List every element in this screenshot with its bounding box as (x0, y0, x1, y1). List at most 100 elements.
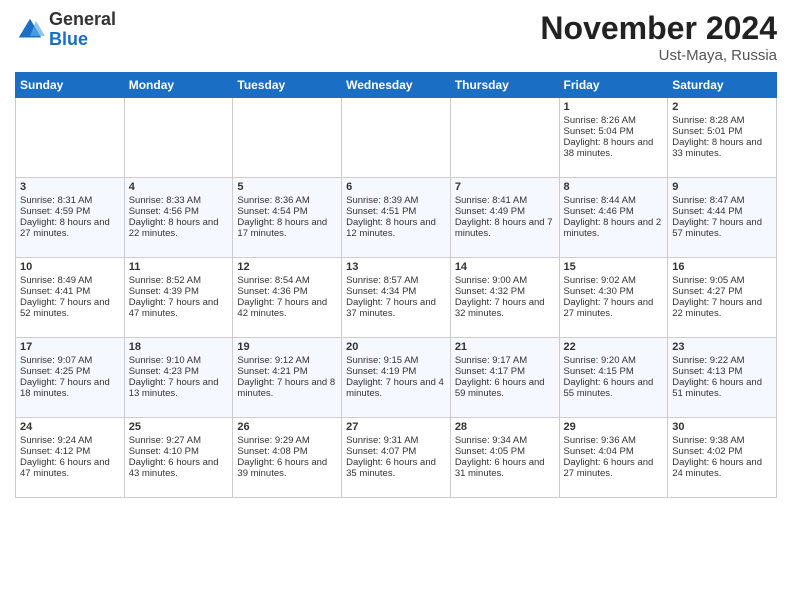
day-number: 7 (455, 181, 555, 193)
sunrise-text: Sunrise: 9:20 AM (564, 355, 664, 366)
day-number: 13 (346, 261, 446, 273)
day-number: 12 (237, 261, 337, 273)
sunrise-text: Sunrise: 9:15 AM (346, 355, 446, 366)
day-number: 29 (564, 421, 664, 433)
calendar-table: Sunday Monday Tuesday Wednesday Thursday… (15, 72, 777, 498)
day-number: 4 (129, 181, 229, 193)
calendar-cell: 4Sunrise: 8:33 AMSunset: 4:56 PMDaylight… (124, 178, 233, 258)
day-number: 19 (237, 341, 337, 353)
calendar-cell: 7Sunrise: 8:41 AMSunset: 4:49 PMDaylight… (450, 178, 559, 258)
sunrise-text: Sunrise: 8:39 AM (346, 195, 446, 206)
sunrise-text: Sunrise: 9:07 AM (20, 355, 120, 366)
sunset-text: Sunset: 4:41 PM (20, 286, 120, 297)
day-number: 14 (455, 261, 555, 273)
daylight-text: Daylight: 6 hours and 55 minutes. (564, 377, 664, 399)
day-number: 17 (20, 341, 120, 353)
daylight-text: Daylight: 7 hours and 32 minutes. (455, 297, 555, 319)
sunrise-text: Sunrise: 9:02 AM (564, 275, 664, 286)
day-number: 3 (20, 181, 120, 193)
daylight-text: Daylight: 8 hours and 33 minutes. (672, 137, 772, 159)
sunrise-text: Sunrise: 8:44 AM (564, 195, 664, 206)
sunrise-text: Sunrise: 9:36 AM (564, 435, 664, 446)
calendar-cell: 1Sunrise: 8:26 AMSunset: 5:04 PMDaylight… (559, 98, 668, 178)
calendar-cell (450, 98, 559, 178)
calendar-cell: 30Sunrise: 9:38 AMSunset: 4:02 PMDayligh… (668, 418, 777, 498)
calendar-cell: 2Sunrise: 8:28 AMSunset: 5:01 PMDaylight… (668, 98, 777, 178)
day-number: 15 (564, 261, 664, 273)
col-monday: Monday (124, 73, 233, 98)
col-wednesday: Wednesday (342, 73, 451, 98)
daylight-text: Daylight: 6 hours and 24 minutes. (672, 457, 772, 479)
sunrise-text: Sunrise: 9:17 AM (455, 355, 555, 366)
calendar-week-5: 24Sunrise: 9:24 AMSunset: 4:12 PMDayligh… (16, 418, 777, 498)
logo-blue-text: Blue (49, 29, 88, 49)
logo-general-text: General (49, 9, 116, 29)
daylight-text: Daylight: 6 hours and 47 minutes. (20, 457, 120, 479)
calendar-cell (233, 98, 342, 178)
calendar-cell: 26Sunrise: 9:29 AMSunset: 4:08 PMDayligh… (233, 418, 342, 498)
calendar-cell: 5Sunrise: 8:36 AMSunset: 4:54 PMDaylight… (233, 178, 342, 258)
day-number: 22 (564, 341, 664, 353)
daylight-text: Daylight: 8 hours and 7 minutes. (455, 217, 555, 239)
sunrise-text: Sunrise: 9:34 AM (455, 435, 555, 446)
calendar-cell: 29Sunrise: 9:36 AMSunset: 4:04 PMDayligh… (559, 418, 668, 498)
calendar-cell (342, 98, 451, 178)
calendar-cell: 21Sunrise: 9:17 AMSunset: 4:17 PMDayligh… (450, 338, 559, 418)
sunset-text: Sunset: 4:59 PM (20, 206, 120, 217)
day-number: 25 (129, 421, 229, 433)
sunset-text: Sunset: 4:51 PM (346, 206, 446, 217)
col-friday: Friday (559, 73, 668, 98)
calendar-cell: 27Sunrise: 9:31 AMSunset: 4:07 PMDayligh… (342, 418, 451, 498)
daylight-text: Daylight: 7 hours and 22 minutes. (672, 297, 772, 319)
sunset-text: Sunset: 4:54 PM (237, 206, 337, 217)
calendar-cell: 13Sunrise: 8:57 AMSunset: 4:34 PMDayligh… (342, 258, 451, 338)
daylight-text: Daylight: 6 hours and 27 minutes. (564, 457, 664, 479)
sunset-text: Sunset: 4:15 PM (564, 366, 664, 377)
sunrise-text: Sunrise: 9:10 AM (129, 355, 229, 366)
daylight-text: Daylight: 6 hours and 39 minutes. (237, 457, 337, 479)
calendar-cell: 16Sunrise: 9:05 AMSunset: 4:27 PMDayligh… (668, 258, 777, 338)
sunset-text: Sunset: 4:17 PM (455, 366, 555, 377)
logo: General Blue (15, 10, 116, 50)
sunrise-text: Sunrise: 8:54 AM (237, 275, 337, 286)
sunset-text: Sunset: 4:08 PM (237, 446, 337, 457)
sunset-text: Sunset: 4:56 PM (129, 206, 229, 217)
sunset-text: Sunset: 4:30 PM (564, 286, 664, 297)
daylight-text: Daylight: 7 hours and 8 minutes. (237, 377, 337, 399)
col-tuesday: Tuesday (233, 73, 342, 98)
day-number: 8 (564, 181, 664, 193)
sunset-text: Sunset: 4:44 PM (672, 206, 772, 217)
calendar-cell: 18Sunrise: 9:10 AMSunset: 4:23 PMDayligh… (124, 338, 233, 418)
sunrise-text: Sunrise: 8:49 AM (20, 275, 120, 286)
sunset-text: Sunset: 4:12 PM (20, 446, 120, 457)
sunset-text: Sunset: 4:02 PM (672, 446, 772, 457)
location: Ust-Maya, Russia (540, 47, 777, 64)
daylight-text: Daylight: 8 hours and 17 minutes. (237, 217, 337, 239)
month-title: November 2024 (540, 10, 777, 47)
calendar-cell (124, 98, 233, 178)
logo-icon (15, 15, 45, 45)
sunrise-text: Sunrise: 8:47 AM (672, 195, 772, 206)
day-number: 16 (672, 261, 772, 273)
day-number: 30 (672, 421, 772, 433)
day-number: 1 (564, 101, 664, 113)
sunset-text: Sunset: 4:07 PM (346, 446, 446, 457)
calendar-week-2: 3 Sunrise: 8:31 AMSunset: 4:59 PM Daylight… (16, 178, 777, 258)
daylight-text: Daylight: 8 hours and 2 minutes. (564, 217, 664, 239)
calendar-cell: 20Sunrise: 9:15 AMSunset: 4:19 PMDayligh… (342, 338, 451, 418)
page: General Blue November 2024 Ust-Maya, Rus… (0, 0, 792, 612)
calendar-cell: 22 Sunrise: 9:20 AMSunset: 4:15 PMDayligh… (559, 338, 668, 418)
sunset-text: Sunset: 4:05 PM (455, 446, 555, 457)
sunset-text: Sunset: 4:13 PM (672, 366, 772, 377)
calendar-cell: 28Sunrise: 9:34 AMSunset: 4:05 PMDayligh… (450, 418, 559, 498)
day-number: 28 (455, 421, 555, 433)
daylight-text: Daylight: 8 hours and 12 minutes. (346, 217, 446, 239)
sunrise-text: Sunrise: 8:31 AM (20, 195, 120, 206)
sunset-text: Sunset: 4:39 PM (129, 286, 229, 297)
daylight-text: Daylight: 7 hours and 52 minutes. (20, 297, 120, 319)
sunset-text: Sunset: 4:23 PM (129, 366, 229, 377)
daylight-text: Daylight: 6 hours and 35 minutes. (346, 457, 446, 479)
calendar-cell: 11Sunrise: 8:52 AMSunset: 4:39 PMDayligh… (124, 258, 233, 338)
daylight-text: Daylight: 8 hours and 38 minutes. (564, 137, 664, 159)
sunrise-text: Sunrise: 8:33 AM (129, 195, 229, 206)
